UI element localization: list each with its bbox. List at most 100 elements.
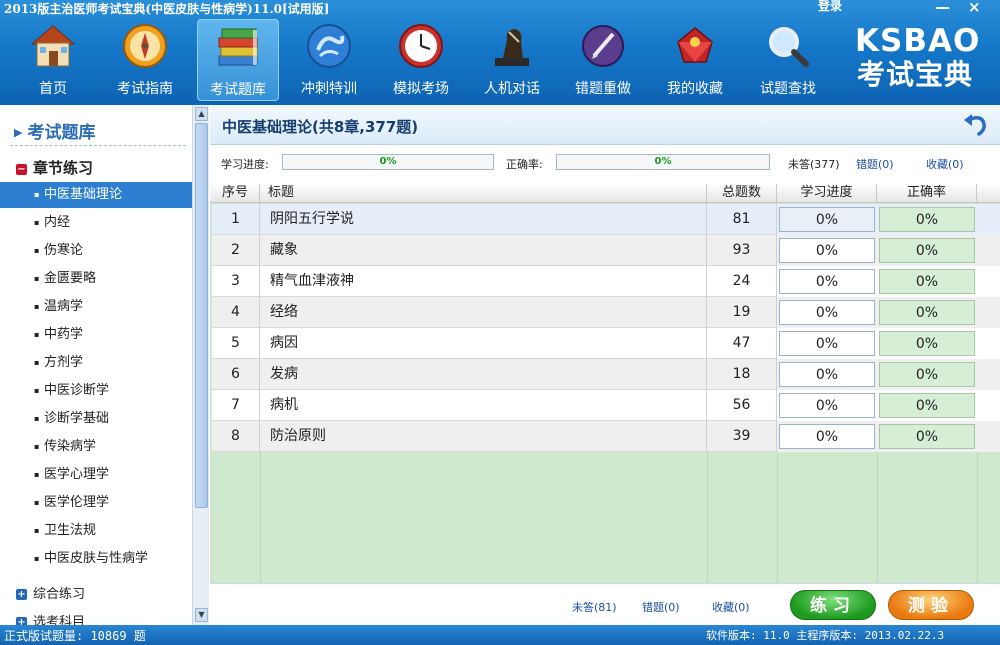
sidebar: 考试题库 −章节练习 中医基础理论 内经 伤寒论 金匮要略 温病学 中药学 方剂…: [0, 105, 192, 625]
sidebar-item[interactable]: 中医诊断学: [0, 378, 192, 404]
sidebar-item[interactable]: 金匮要略: [0, 266, 192, 292]
scroll-up-icon[interactable]: ▲: [195, 107, 208, 121]
nav-question-bank[interactable]: 考试题库: [197, 19, 279, 101]
logo-brand: KSBAO: [855, 23, 981, 59]
column-header[interactable]: 标题: [260, 184, 707, 202]
sidebar-item[interactable]: 方剂学: [0, 350, 192, 376]
nav-man-machine-dialog[interactable]: 人机对话: [471, 19, 553, 101]
wrong-questions-link[interactable]: 错题(0): [856, 156, 894, 172]
sidebar-item[interactable]: 医学伦理学: [0, 490, 192, 516]
column-header[interactable]: 总题数: [707, 184, 777, 202]
back-arrow-icon[interactable]: [962, 110, 990, 138]
nav-my-favorites[interactable]: 我的收藏: [654, 19, 736, 101]
login-link[interactable]: 登录: [818, 0, 842, 14]
nav-sprint-training[interactable]: 冲刺特训: [288, 19, 370, 101]
column-header[interactable]: 学习进度: [777, 184, 877, 202]
nav-wrong-redo[interactable]: 错题重做: [562, 19, 644, 101]
top-toolbar: 2013版主治医师考试宝典(中医皮肤与性病学)11.0[试用版] 登录 — × …: [0, 0, 1000, 105]
test-button[interactable]: 测验: [888, 590, 974, 620]
table-row[interactable]: 4 经络 19 0% 0%: [212, 297, 1000, 328]
table-row[interactable]: 3 精气血津液神 24 0% 0%: [212, 266, 1000, 297]
ksbao-logo: KSBAO 考试宝典: [855, 24, 980, 92]
chapter-favorites-link[interactable]: 收藏(0): [712, 599, 750, 615]
table-row[interactable]: 2 藏象 93 0% 0%: [212, 235, 1000, 266]
chapter-wrong-link[interactable]: 错题(0): [642, 599, 680, 615]
sidebar-item[interactable]: 伤寒论: [0, 238, 192, 264]
nav-exam-guide[interactable]: 考试指南: [104, 19, 186, 101]
sidebar-scrollbar[interactable]: ▲ ▼: [192, 105, 209, 625]
sidebar-item[interactable]: 中药学: [0, 322, 192, 348]
sidebar-item[interactable]: 诊断学基础: [0, 406, 192, 432]
sidebar-item[interactable]: 中医皮肤与性病学: [0, 546, 192, 572]
sidebar-item[interactable]: 传染病学: [0, 434, 192, 460]
sidebar-item-label: 伤寒论: [44, 243, 84, 258]
table-row[interactable]: 7 病机 56 0% 0%: [212, 390, 1000, 421]
scroll-down-icon[interactable]: ▼: [195, 608, 208, 622]
row-title: 精气血津液神: [260, 266, 707, 297]
house-icon: [28, 22, 78, 70]
main-panel: 中医基础理论(共8章,377题) 学习进度: 0% 正确率: 0% 未答(377…: [210, 105, 1000, 625]
collapse-icon[interactable]: −: [16, 164, 27, 175]
sidebar-item[interactable]: 中医基础理论: [0, 182, 192, 208]
chapter-unanswered-link[interactable]: 未答(81): [572, 599, 617, 615]
sidebar-item[interactable]: 内经: [0, 210, 192, 236]
books-icon: [213, 23, 263, 71]
column-header[interactable]: 正确率: [877, 184, 977, 202]
sidebar-item-label: 中医皮肤与性病学: [44, 551, 149, 566]
minimize-button[interactable]: —: [935, 0, 950, 15]
accuracy-bar: 0%: [556, 154, 770, 170]
row-total: 39: [707, 421, 777, 452]
row-progress: 0%: [779, 424, 875, 449]
sidebar-item-label: 医学心理学: [44, 467, 110, 482]
scrollbar-thumb[interactable]: [195, 123, 208, 508]
row-accuracy: 0%: [879, 238, 975, 263]
sidebar-group-label: 选考科目: [33, 615, 86, 625]
nav-mock-exam[interactable]: 模拟考场: [380, 19, 462, 101]
row-title: 防治原则: [260, 421, 707, 452]
sidebar-group-chapter-practice[interactable]: − 章节练习: [16, 157, 93, 178]
sidebar-group-elective[interactable]: + 选考科目: [16, 611, 85, 625]
clock-icon: [396, 22, 446, 70]
row-progress: 0%: [779, 269, 875, 294]
nav-question-search[interactable]: 试题查找: [747, 19, 829, 101]
close-button[interactable]: ×: [968, 0, 981, 15]
row-total: 24: [707, 266, 777, 297]
row-title: 发病: [260, 359, 707, 390]
sidebar-item[interactable]: 卫生法规: [0, 518, 192, 544]
nav-label: 我的收藏: [667, 81, 723, 97]
compass-icon: [120, 22, 170, 70]
table-row[interactable]: 6 发病 18 0% 0%: [212, 359, 1000, 390]
main-header: 中医基础理论(共8章,377题): [210, 105, 1000, 145]
sidebar-item-label: 中医诊断学: [44, 383, 110, 398]
column-header[interactable]: 序号: [212, 184, 260, 202]
row-accuracy: 0%: [879, 300, 975, 325]
sidebar-item-label: 温病学: [44, 299, 84, 314]
table-row[interactable]: 1 阴阳五行学说 81 0% 0%: [212, 204, 1000, 235]
practice-button[interactable]: 练习: [790, 590, 876, 620]
nav-label: 错题重做: [575, 81, 631, 97]
expand-icon[interactable]: +: [16, 589, 27, 600]
nav-label: 人机对话: [484, 81, 540, 97]
nav-label: 首页: [39, 81, 67, 97]
nav-label: 考试指南: [117, 81, 173, 97]
table-row[interactable]: 5 病因 47 0% 0%: [212, 328, 1000, 359]
favorites-link[interactable]: 收藏(0): [926, 156, 964, 172]
row-number: 5: [212, 328, 260, 359]
runner-icon: [304, 22, 354, 70]
unanswered-count: 未答(377): [788, 158, 840, 171]
sidebar-item[interactable]: 温病学: [0, 294, 192, 320]
page-title: 中医基础理论(共8章,377题): [222, 118, 419, 136]
table-row[interactable]: 8 防治原则 39 0% 0%: [212, 421, 1000, 452]
row-accuracy: 0%: [879, 362, 975, 387]
sidebar-group-label: 综合练习: [33, 587, 86, 602]
row-title: 阴阳五行学说: [260, 204, 707, 235]
chess-icon: [487, 22, 537, 70]
expand-icon[interactable]: +: [16, 617, 27, 625]
sidebar-item-label: 中药学: [44, 327, 84, 342]
sidebar-item[interactable]: 医学心理学: [0, 462, 192, 488]
nav-home[interactable]: 首页: [12, 19, 94, 101]
row-title: 藏象: [260, 235, 707, 266]
bottom-action-bar: 未答(81) 错题(0) 收藏(0) 练习 测验: [210, 583, 1000, 625]
sidebar-group-comprehensive[interactable]: + 综合练习: [16, 583, 85, 602]
row-number: 7: [212, 390, 260, 421]
